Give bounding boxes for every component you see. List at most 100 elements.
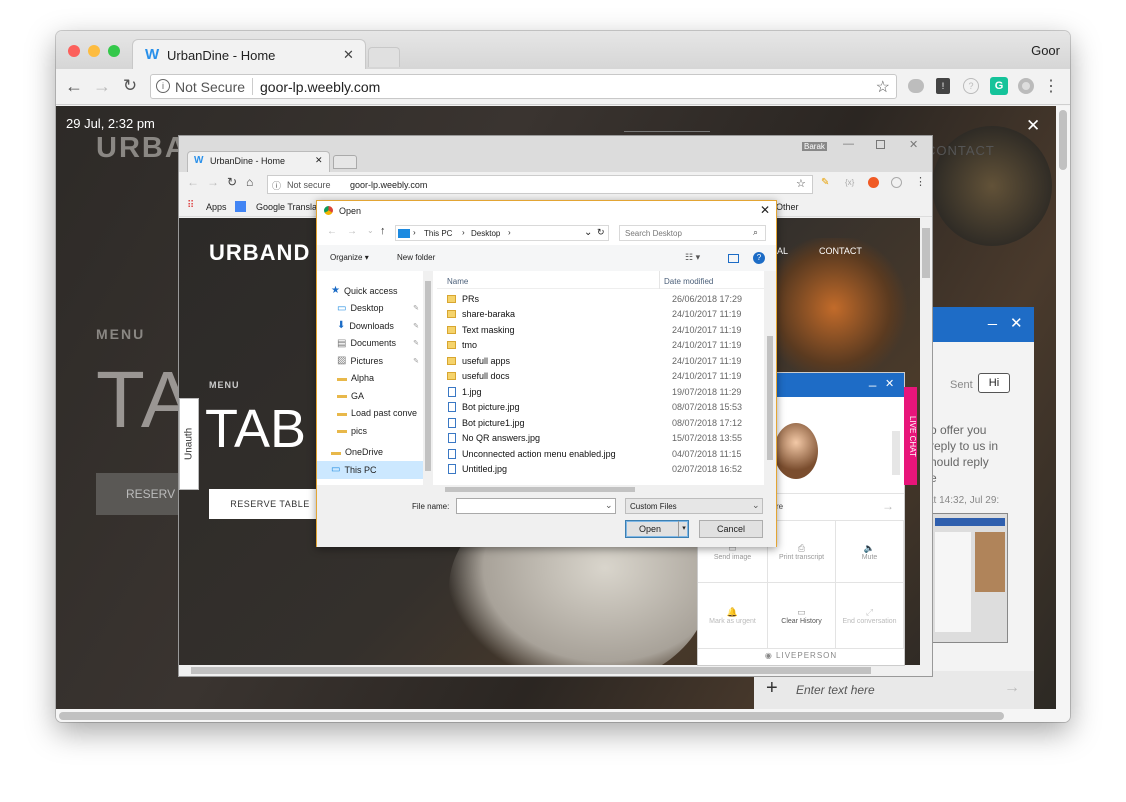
- inner-scrollbar-thumb[interactable]: [922, 228, 930, 278]
- back-icon[interactable]: ←: [64, 76, 84, 96]
- privacy-extension-icon[interactable]: !: [936, 78, 950, 94]
- inner-hscrollbar[interactable]: [179, 665, 932, 676]
- pin-icon[interactable]: ✎: [413, 339, 419, 347]
- dialog-hscrollbar[interactable]: [317, 485, 776, 494]
- mark-urgent-action[interactable]: 🔔 Mark as urgent: [698, 583, 768, 649]
- chat-attach-plus-icon[interactable]: +: [766, 677, 778, 700]
- dialog-close-icon[interactable]: ✕: [760, 203, 770, 217]
- pin-icon[interactable]: ✎: [413, 357, 419, 365]
- nav-item[interactable]: ▬ OneDrive: [317, 444, 423, 462]
- inner-reserve-button[interactable]: RESERVE TABLE: [209, 489, 331, 519]
- path-dropdown-icon[interactable]: ⌄: [584, 227, 592, 238]
- mute-action[interactable]: 🔈 Mute: [836, 521, 904, 583]
- inner-nav-partial[interactable]: AL: [777, 246, 788, 256]
- grammarly-icon[interactable]: G: [990, 77, 1008, 95]
- inner-tab[interactable]: W UrbanDine - Home ✕: [187, 151, 330, 172]
- nav-item[interactable]: ⬇ Downloads ✎: [317, 317, 423, 335]
- end-conversation-action[interactable]: ⤢ End conversation: [836, 583, 904, 649]
- inner-ext2-icon[interactable]: {x}: [845, 178, 854, 187]
- reload-icon[interactable]: ↻: [120, 76, 140, 96]
- outer-horizontal-scrollbar[interactable]: [56, 709, 1070, 722]
- file-row[interactable]: Unconnected action menu enabled.jpg 04/07…: [437, 446, 767, 462]
- nav-item[interactable]: ▬ GA: [317, 387, 423, 405]
- inner-home-icon[interactable]: ⌂: [246, 175, 253, 189]
- nav-scrollbar[interactable]: [423, 271, 433, 485]
- clear-history-action[interactable]: ▭ Clear History: [768, 583, 836, 649]
- chat-small-scroll[interactable]: [892, 431, 900, 475]
- bookmark-apps[interactable]: Apps: [206, 202, 227, 212]
- filetype-select[interactable]: Custom Files ⌄: [625, 498, 763, 514]
- file-row[interactable]: 1.jpg 19/07/2018 11:29: [437, 384, 767, 400]
- inner-ext4-icon[interactable]: [891, 177, 902, 188]
- maximize-window-button[interactable]: [108, 45, 120, 57]
- outer-hscroll-thumb[interactable]: [59, 712, 1004, 720]
- nav-item[interactable]: ▭ This PC: [317, 461, 423, 479]
- dialog-hscroll-thumb[interactable]: [445, 487, 635, 492]
- open-split-dropdown-icon[interactable]: ▾: [678, 521, 689, 537]
- view-options-icon[interactable]: ☷ ▾: [685, 252, 700, 263]
- menu-dots-icon[interactable]: ⋮: [1043, 76, 1059, 96]
- path-desktop[interactable]: Desktop: [471, 229, 500, 238]
- file-row[interactable]: usefull docs 24/10/2017 11:19: [437, 369, 767, 385]
- cancel-button[interactable]: Cancel: [699, 520, 763, 538]
- cloud-extension-icon[interactable]: [908, 79, 924, 93]
- inner-maximize-icon[interactable]: [876, 140, 885, 149]
- chat-large-close[interactable]: ✕: [1010, 314, 1023, 332]
- inner-ext1-icon[interactable]: ✎: [821, 177, 829, 188]
- filename-input[interactable]: ⌄: [456, 498, 616, 514]
- inner-minimize-icon[interactable]: —: [843, 138, 854, 150]
- help-extension-icon[interactable]: ?: [963, 78, 979, 94]
- file-row[interactable]: Bot picture1.jpg 08/07/2018 17:12: [437, 415, 767, 431]
- nav-item[interactable]: ▬ pics: [317, 422, 423, 440]
- print-transcript-action[interactable]: ⎙ Print transcript: [768, 521, 836, 583]
- nav-item[interactable]: ▤ Documents ✎: [317, 335, 423, 353]
- inner-back-icon[interactable]: ←: [187, 175, 199, 189]
- inner-star-icon[interactable]: ☆: [796, 177, 806, 190]
- organize-menu[interactable]: Organize ▾: [330, 253, 369, 262]
- files-scrollbar[interactable]: [764, 271, 776, 485]
- help-icon[interactable]: ?: [753, 252, 765, 264]
- column-date[interactable]: Date modified: [664, 277, 713, 286]
- file-row[interactable]: No QR answers.jpg 15/07/2018 13:55: [437, 431, 767, 447]
- chat-small-close[interactable]: ✕: [885, 377, 894, 390]
- file-row[interactable]: Text masking 24/10/2017 11:19: [437, 322, 767, 338]
- info-icon[interactable]: i: [156, 79, 170, 93]
- dialog-search[interactable]: Search Desktop ⌕: [619, 225, 766, 241]
- tab-close-icon[interactable]: ✕: [343, 47, 354, 63]
- dialog-up-icon[interactable]: ↑: [380, 225, 386, 237]
- filename-dropdown-icon[interactable]: ⌄: [605, 500, 613, 511]
- inner-omnibox[interactable]: ⓘ Not secure goor-lp.weebly.com ☆: [267, 175, 813, 194]
- profile-name[interactable]: Goor: [1031, 43, 1060, 58]
- nav-item[interactable]: ▬ Alpha: [317, 370, 423, 388]
- inner-profile[interactable]: Barak: [802, 142, 827, 151]
- preview-pane-icon[interactable]: [728, 254, 739, 263]
- column-name[interactable]: Name: [447, 277, 468, 286]
- bookmark-translate[interactable]: Google Translat: [256, 202, 320, 212]
- open-button[interactable]: Open ▾: [625, 520, 689, 538]
- new-tab-button[interactable]: [368, 47, 400, 67]
- new-folder-button[interactable]: New folder: [397, 253, 435, 262]
- nav-scroll-thumb[interactable]: [425, 281, 431, 471]
- pin-icon[interactable]: ✎: [413, 322, 419, 330]
- inner-scrollbar[interactable]: [920, 218, 932, 665]
- inner-contact[interactable]: CONTACT: [819, 246, 862, 256]
- nav-item[interactable]: ▭ Desktop ✎: [317, 300, 423, 318]
- bookmark-other[interactable]: Other: [776, 202, 799, 212]
- omnibox[interactable]: i Not Secure goor-lp.weebly.com ☆: [150, 74, 897, 99]
- dialog-recent-icon[interactable]: ⌄: [367, 226, 374, 235]
- files-scroll-thumb[interactable]: [767, 336, 773, 460]
- inner-close-icon[interactable]: ✕: [909, 138, 918, 151]
- chat-large-screenshot-thumbnail[interactable]: [930, 513, 1008, 643]
- file-row[interactable]: PRs 26/06/2018 17:29: [437, 291, 767, 307]
- inner-ext3-icon[interactable]: [868, 177, 879, 188]
- unauth-side-tab[interactable]: Unauth: [179, 398, 199, 490]
- dialog-path-bar[interactable]: › This PC › Desktop › ⌄ ↻: [395, 225, 609, 241]
- tab-urbandine[interactable]: W UrbanDine - Home ✕: [132, 39, 366, 69]
- nav-item[interactable]: ▨ Pictures ✎: [317, 352, 423, 370]
- file-row[interactable]: Untitled.jpg 02/07/2018 16:52: [437, 462, 767, 478]
- nav-item[interactable]: ★ Quick access: [317, 282, 423, 300]
- extension-circle-icon[interactable]: [1018, 78, 1034, 94]
- close-window-button[interactable]: [68, 45, 80, 57]
- path-refresh-icon[interactable]: ↻: [597, 227, 605, 238]
- overlay-close-icon[interactable]: ✕: [1026, 116, 1040, 136]
